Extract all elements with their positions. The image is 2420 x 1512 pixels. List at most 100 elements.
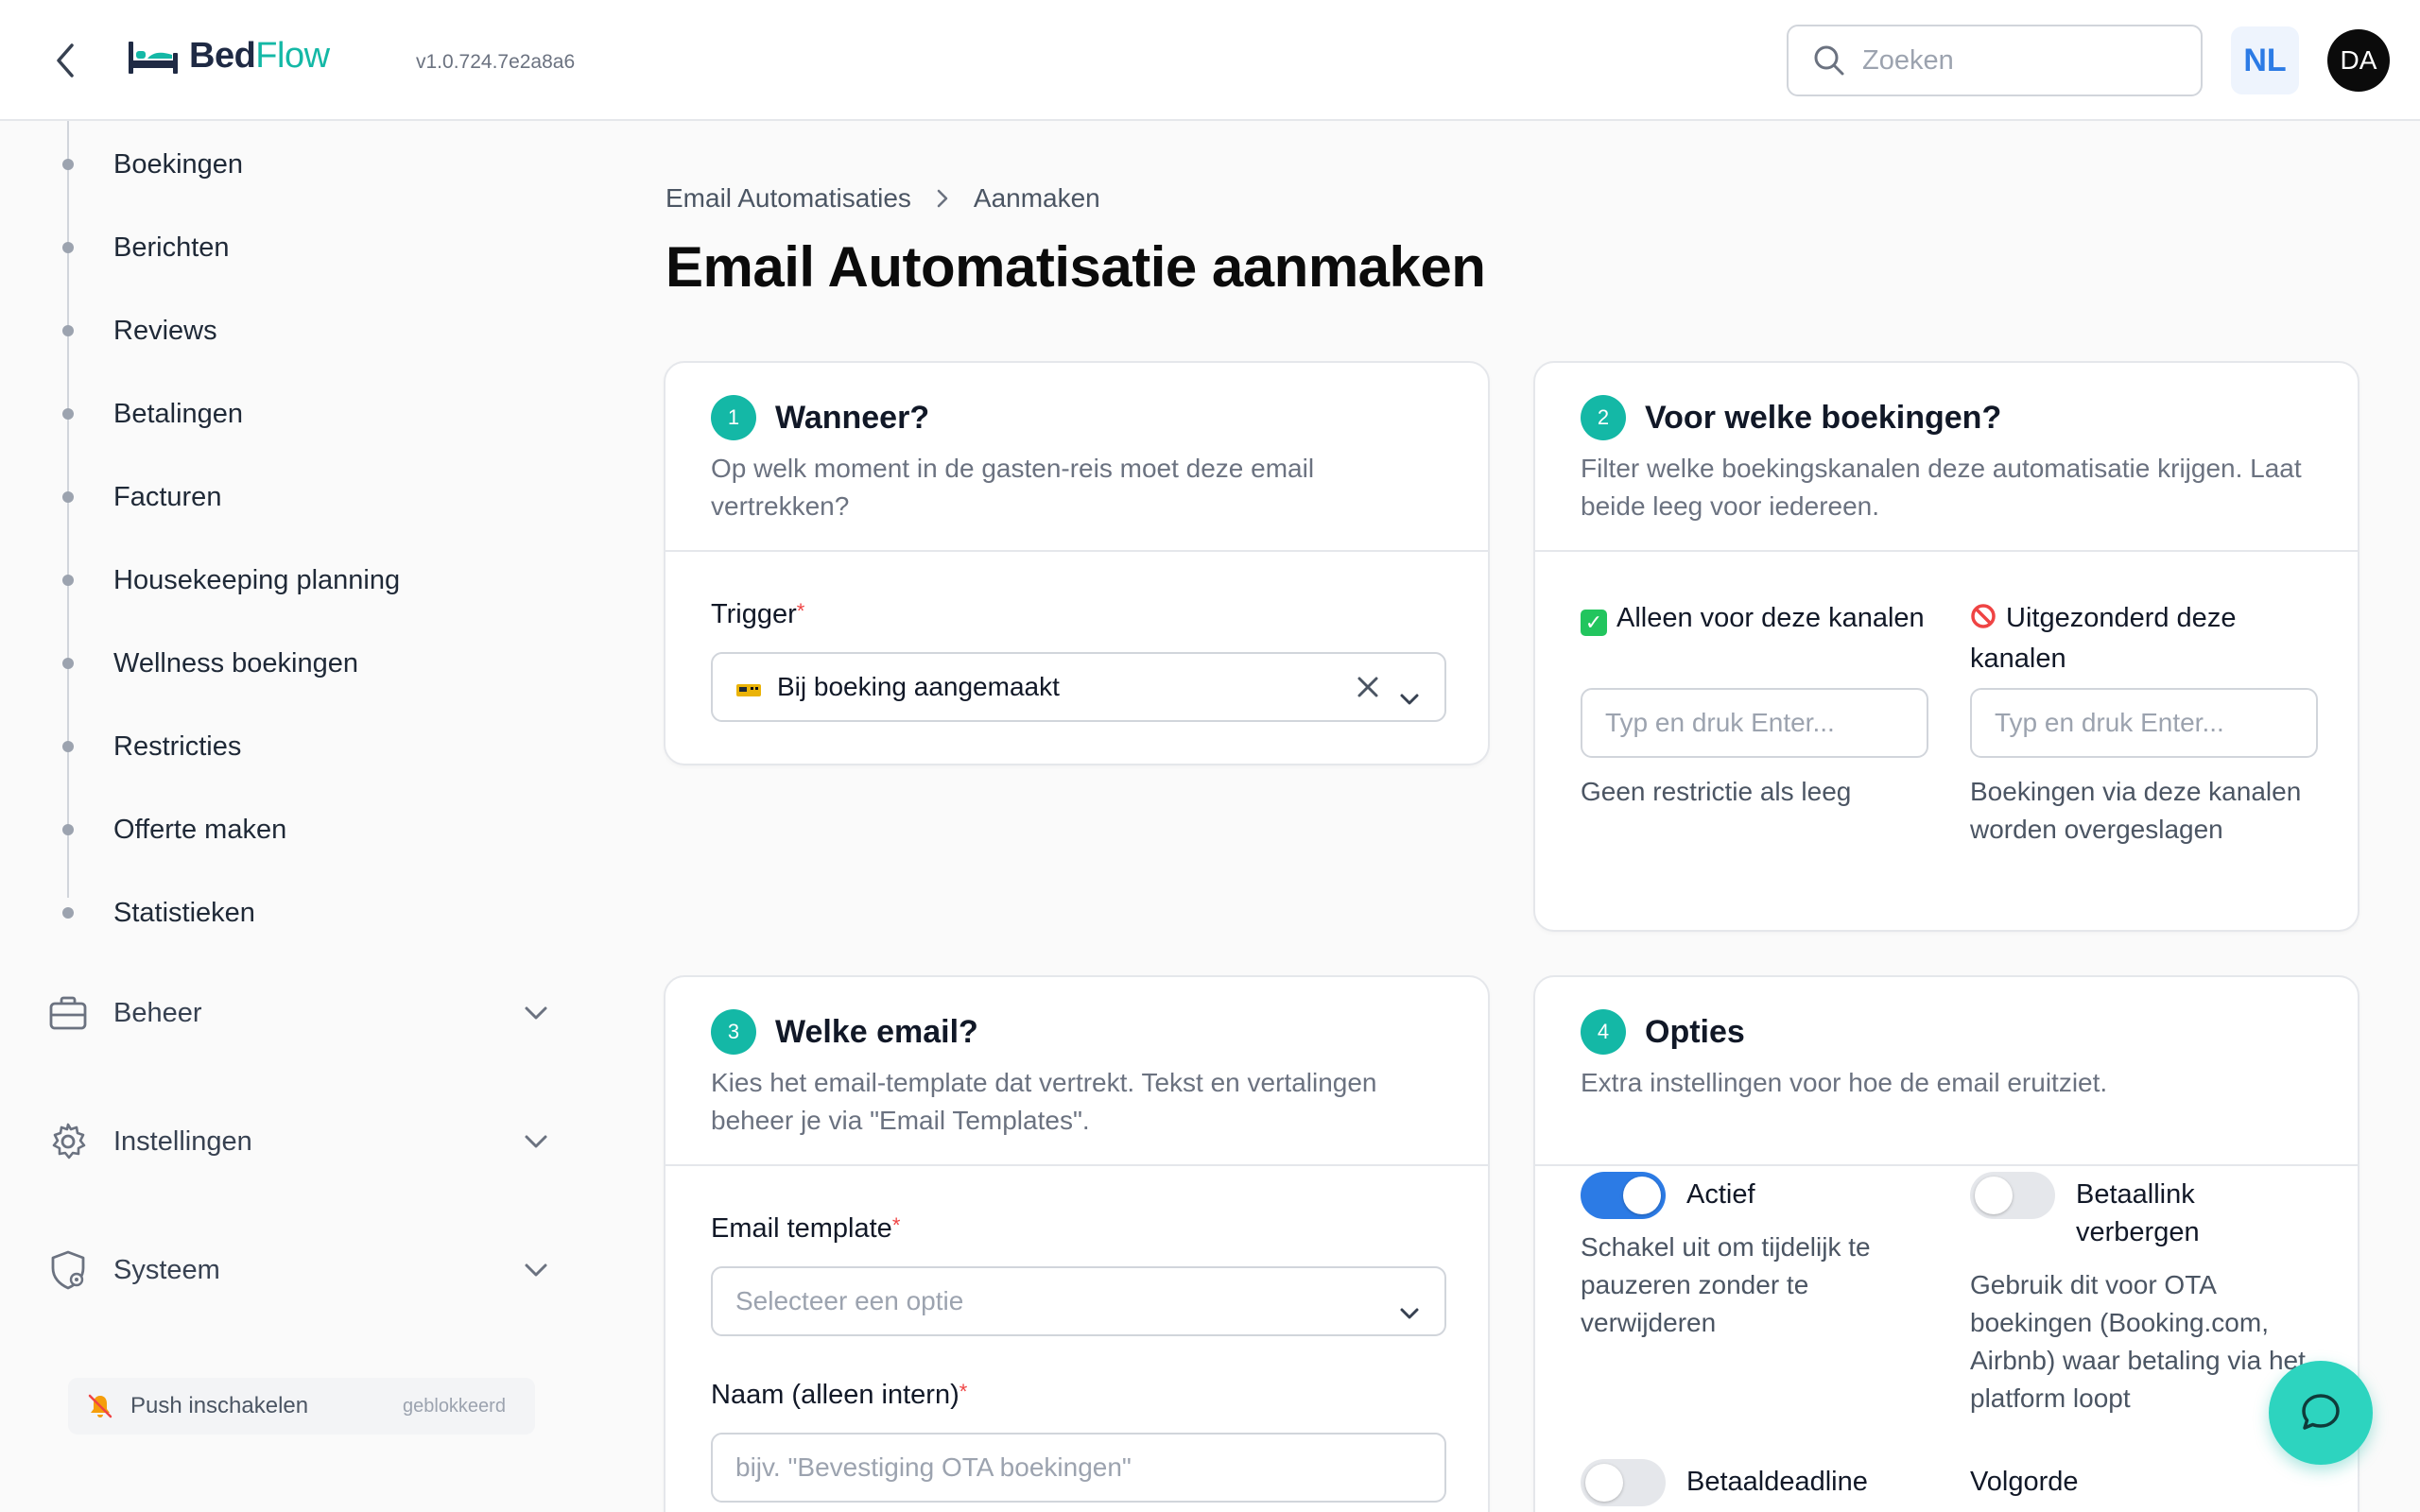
- chat-button[interactable]: [2269, 1361, 2373, 1465]
- chat-bubble-icon: [2302, 1394, 2340, 1430]
- sidebar-item-label: Wellness boekingen: [113, 647, 359, 679]
- betaallink-label: Betaallink verbergen: [2076, 1179, 2200, 1247]
- sidebar-item-label: Restricties: [113, 730, 242, 762]
- sidebar-item-label: Boekingen: [113, 148, 244, 180]
- sidebar-tree-line: [67, 121, 69, 898]
- toggle-knob: [1975, 1177, 2013, 1214]
- card-header: 1 Wanneer? Op welk moment in de gasten-r…: [666, 363, 1488, 552]
- chevron-down-icon: [1399, 1297, 1420, 1327]
- card-title: Opties: [1645, 1013, 1745, 1050]
- logo-text-bed: Bed: [189, 36, 256, 76]
- betaaldeadline-toggle[interactable]: [1581, 1459, 1666, 1506]
- bullet-icon: [62, 408, 74, 420]
- language-switcher[interactable]: NL: [2231, 26, 2299, 94]
- bed-logo-icon: [129, 41, 178, 74]
- bullet-icon: [62, 242, 74, 253]
- search-input[interactable]: [1862, 44, 2146, 77]
- include-channels-label: ✓ Alleen voor deze kanalen: [1581, 599, 1940, 637]
- chevron-down-icon: [525, 1006, 547, 1020]
- card-header: 2 Voor welke boekingen? Filter welke boe…: [1535, 363, 2358, 552]
- email-template-select[interactable]: Selecteer een optie: [711, 1266, 1446, 1336]
- required-marker: *: [891, 1213, 901, 1237]
- exclude-channels-input[interactable]: Typ en druk Enter...: [1970, 688, 2318, 758]
- internal-name-input[interactable]: bijv. "Bevestiging OTA boekingen": [711, 1433, 1446, 1503]
- chevron-right-icon: [937, 189, 948, 208]
- bullet-icon: [62, 325, 74, 336]
- card-header: 3 Welke email? Kies het email-template d…: [666, 977, 1488, 1166]
- card-title: Voor welke boekingen?: [1645, 399, 2002, 436]
- sidebar-item-label: Offerte maken: [113, 814, 287, 845]
- sidebar-group-label: Instellingen: [113, 1125, 252, 1157]
- name-label: Naam (alleen intern)*: [711, 1380, 967, 1411]
- check-mark-icon: ✓: [1581, 610, 1607, 636]
- step-badge: 3: [711, 1009, 756, 1055]
- breadcrumb-parent[interactable]: Email Automatisaties: [666, 183, 911, 214]
- required-marker: *: [959, 1380, 968, 1403]
- sidebar-item-label: Facturen: [113, 481, 222, 512]
- name-placeholder: bijv. "Bevestiging OTA boekingen": [735, 1452, 1132, 1482]
- sidebar-group-instellingen[interactable]: Instellingen: [47, 1113, 558, 1170]
- sidebar: Boekingen Berichten Reviews Betalingen F…: [0, 121, 586, 1512]
- chevron-down-icon: [525, 1135, 547, 1148]
- exclude-channels-label: Uitgezonderd deze kanalen: [1970, 599, 2329, 678]
- breadcrumb-current: Aanmaken: [973, 183, 1100, 213]
- bullet-icon: [62, 159, 74, 170]
- card-title: Wanneer?: [775, 399, 930, 436]
- exclude-label-text: Uitgezonderd deze kanalen: [1970, 603, 2237, 674]
- include-channels-input[interactable]: Typ en druk Enter...: [1581, 688, 1928, 758]
- trigger-select[interactable]: Bij boeking aangemaakt: [711, 652, 1446, 722]
- step-badge: 1: [711, 395, 756, 440]
- sidebar-item-label: Statistieken: [113, 897, 255, 928]
- card-title: Welke email?: [775, 1013, 978, 1050]
- sidebar-group-beheer[interactable]: Beheer: [47, 985, 558, 1041]
- card-description: Filter welke boekingskanalen deze automa…: [1581, 454, 2302, 521]
- template-label: Email template*: [711, 1213, 900, 1245]
- prohibited-icon: [1970, 602, 1996, 640]
- step-badge: 2: [1581, 395, 1626, 440]
- bullet-icon: [62, 907, 74, 919]
- chevron-left-icon: [57, 43, 74, 77]
- clear-icon[interactable]: [1356, 675, 1380, 706]
- back-button[interactable]: [47, 42, 85, 79]
- card-opties: 4 Opties Extra instellingen voor hoe de …: [1533, 975, 2360, 1512]
- app-version: v1.0.724.7e2a8a6: [416, 51, 576, 73]
- card-description: Extra instellingen voor hoe de email eru…: [1581, 1068, 2108, 1097]
- search-box[interactable]: [1787, 25, 2203, 96]
- step-badge: 4: [1581, 1009, 1626, 1055]
- template-label-text: Email template: [711, 1213, 892, 1244]
- sidebar-group-systeem[interactable]: Systeem: [47, 1242, 558, 1298]
- sidebar-group-label: Systeem: [113, 1254, 220, 1285]
- bullet-icon: [62, 741, 74, 752]
- search-icon: [1814, 45, 1844, 76]
- actief-helper: Schakel uit om tijdelijk te pauzeren zon…: [1581, 1232, 1871, 1337]
- booking-emoji-icon: [735, 677, 764, 697]
- bell-off-icon: [87, 1393, 113, 1424]
- betaallink-helper: Gebruik dit voor OTA boekingen (Booking.…: [1970, 1270, 2306, 1413]
- push-notifications-toggle[interactable]: Push inschakelen geblokkeerd: [68, 1378, 535, 1435]
- user-avatar[interactable]: DA: [2327, 29, 2390, 92]
- include-label-text: Alleen voor deze kanalen: [1616, 603, 1925, 633]
- chevron-down-icon: [1399, 682, 1420, 713]
- bullet-icon: [62, 824, 74, 835]
- required-marker: *: [796, 599, 805, 623]
- bedflow-logo[interactable]: BedFlow: [127, 36, 330, 77]
- sidebar-item-label: Housekeeping planning: [113, 564, 401, 595]
- card-header: 4 Opties Extra instellingen voor hoe de …: [1535, 977, 2358, 1166]
- top-bar: BedFlow v1.0.724.7e2a8a6 NL DA: [0, 0, 2420, 121]
- trigger-label: Trigger*: [711, 599, 804, 630]
- template-placeholder: Selecteer een optie: [735, 1286, 964, 1315]
- sidebar-group-label: Beheer: [113, 997, 202, 1028]
- actief-toggle[interactable]: [1581, 1172, 1666, 1219]
- page-title: Email Automatisatie aanmaken: [666, 235, 1486, 299]
- card-voor-welke-boekingen: 2 Voor welke boekingen? Filter welke boe…: [1533, 361, 2360, 932]
- betaallink-toggle[interactable]: [1970, 1172, 2055, 1219]
- card-welke-email: 3 Welke email? Kies het email-template d…: [664, 975, 1490, 1512]
- push-status: geblokkeerd: [403, 1395, 506, 1417]
- bullet-icon: [62, 491, 74, 503]
- shield-gear-icon: [47, 1249, 89, 1291]
- logo-text-flow: Flow: [255, 36, 330, 76]
- card-description: Kies het email-template dat vertrekt. Te…: [711, 1068, 1377, 1135]
- briefcase-icon: [47, 992, 89, 1034]
- name-label-text: Naam (alleen intern): [711, 1380, 959, 1410]
- card-wanneer: 1 Wanneer? Op welk moment in de gasten-r…: [664, 361, 1490, 765]
